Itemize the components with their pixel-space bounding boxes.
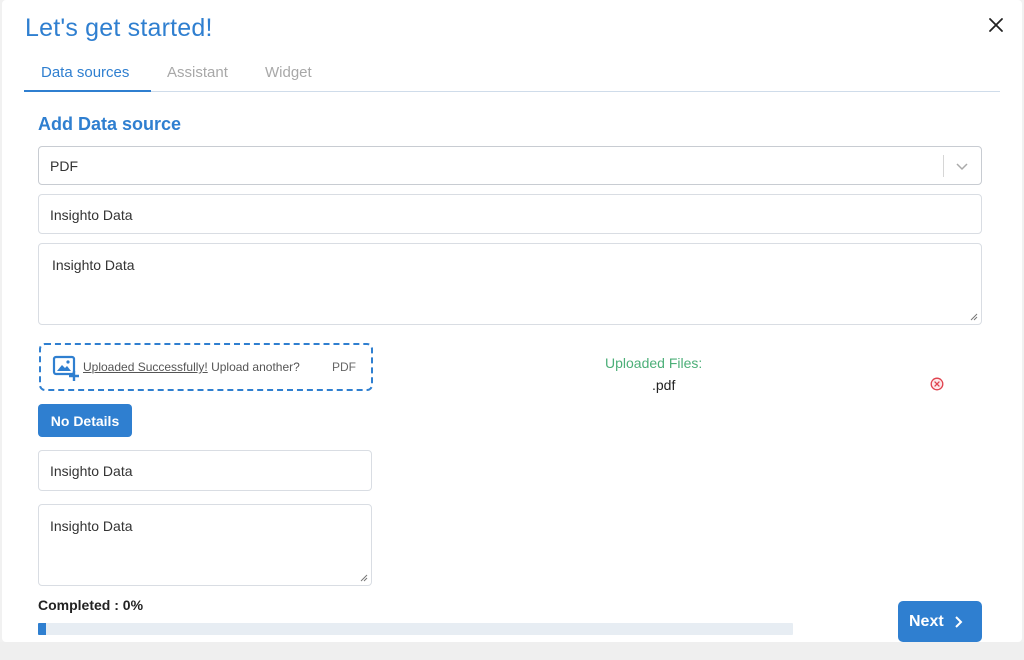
progress-fill	[38, 623, 46, 635]
detail-name-value: Insighto Data	[50, 463, 133, 479]
file-upload-dropzone[interactable]: Uploaded Successfully! Upload another? P…	[39, 343, 373, 391]
resize-grip-icon[interactable]	[970, 313, 978, 321]
source-name-value: Insighto Data	[50, 207, 133, 223]
tab-assistant[interactable]: Assistant	[167, 64, 228, 81]
upload-success-link[interactable]: Uploaded Successfully!	[83, 360, 208, 374]
source-type-select[interactable]: PDF	[38, 146, 982, 185]
detail-description-textarea[interactable]: Insighto Data	[38, 504, 372, 586]
select-separator	[943, 155, 944, 177]
image-add-icon	[52, 355, 79, 381]
upload-again-text: Upload another?	[207, 360, 300, 374]
source-description-textarea[interactable]: Insighto Data	[38, 243, 982, 325]
next-button-label: Next	[909, 613, 944, 630]
dialog-title: Let's get started!	[25, 14, 213, 42]
tab-bar: Data sources Assistant Widget	[24, 56, 1000, 92]
active-tab-indicator	[24, 90, 151, 92]
close-icon[interactable]	[986, 15, 1006, 35]
progress-label: Completed : 0%	[38, 597, 144, 613]
source-name-input[interactable]: Insighto Data	[38, 194, 982, 234]
next-button[interactable]: Next	[898, 601, 982, 642]
chevron-right-icon	[955, 616, 963, 628]
section-title: Add Data source	[38, 114, 182, 134]
source-type-value: PDF	[50, 158, 78, 174]
resize-grip-icon[interactable]	[360, 574, 368, 582]
chevron-down-icon[interactable]	[954, 158, 970, 174]
uploaded-file-name: .pdf	[652, 377, 676, 393]
upload-message: Uploaded Successfully! Upload another?	[83, 360, 300, 374]
detail-description-value: Insighto Data	[50, 518, 133, 534]
detail-name-input[interactable]: Insighto Data	[38, 450, 372, 491]
tab-widget[interactable]: Widget	[265, 64, 312, 81]
page-bottom-area	[0, 642, 1024, 660]
tab-data-sources[interactable]: Data sources	[41, 64, 129, 81]
upload-file-type: PDF	[332, 360, 356, 374]
remove-circle-icon[interactable]	[930, 377, 944, 391]
no-details-button[interactable]: No Details	[38, 404, 132, 437]
uploaded-files-label: Uploaded Files:	[605, 355, 703, 371]
progress-bar	[38, 623, 793, 635]
source-description-value: Insighto Data	[52, 257, 135, 273]
